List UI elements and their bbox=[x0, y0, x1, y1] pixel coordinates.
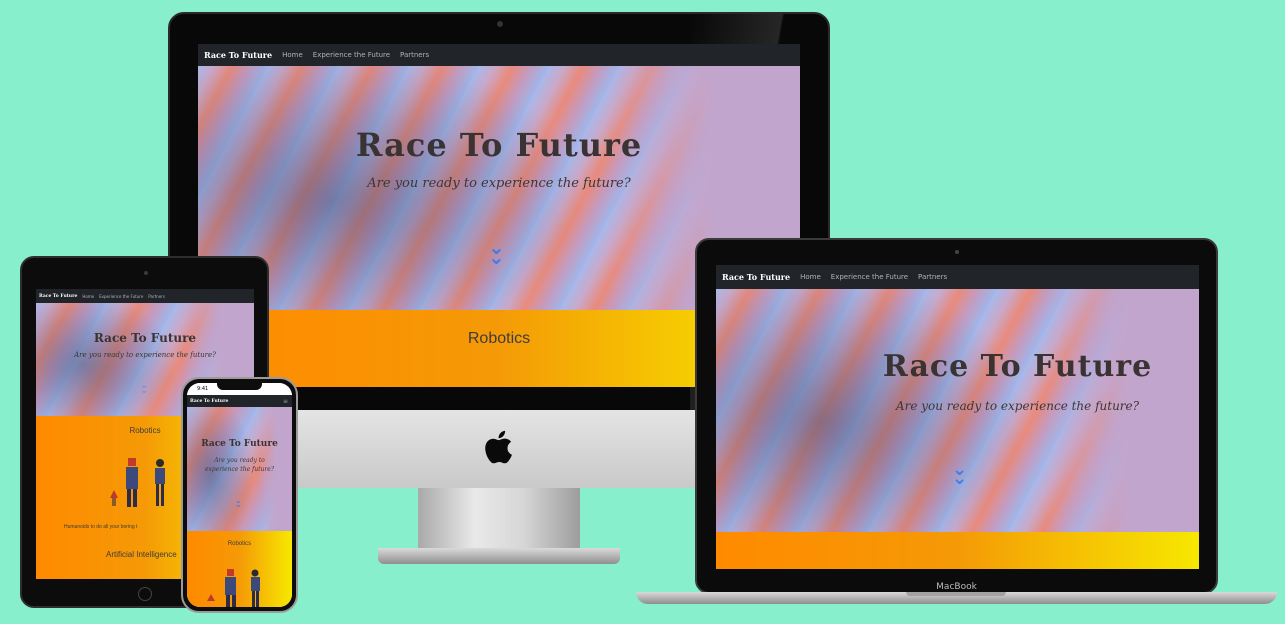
iphone-screen: 9:41 Race To Future ≡ Race To Future Are… bbox=[187, 383, 292, 607]
iphone-hero-title: Race To Future bbox=[201, 439, 278, 449]
robot-illustration bbox=[205, 567, 275, 607]
macbook-base bbox=[636, 592, 1277, 604]
macbook-nav-home[interactable]: Home bbox=[800, 273, 821, 281]
macbook-brand-link[interactable]: Race To Future bbox=[722, 272, 790, 282]
iphone-notch bbox=[217, 383, 262, 390]
imac-nav-home[interactable]: Home bbox=[282, 51, 303, 59]
macbook-device: Race To Future Home Experience the Futur… bbox=[695, 238, 1218, 594]
iphone-robotics-title: Robotics bbox=[227, 541, 252, 547]
chevron-double-down-icon[interactable]: ⌄ ⌄ bbox=[235, 497, 242, 509]
imac-hero-title: Race To Future bbox=[355, 126, 643, 164]
ipad-home-button[interactable] bbox=[138, 587, 152, 601]
chevron-double-down-icon[interactable]: ⌄ ⌄ bbox=[488, 237, 505, 267]
macbook-robotics-section bbox=[716, 532, 1199, 569]
imac-nav-experience[interactable]: Experience the Future bbox=[313, 51, 390, 59]
imac-camera bbox=[497, 21, 503, 27]
ipad-nav-partners[interactable]: Partners bbox=[148, 294, 165, 299]
ipad-brand-link[interactable]: Race To Future bbox=[39, 294, 77, 299]
macbook-label: MacBook bbox=[936, 582, 977, 592]
imac-stand-base bbox=[378, 548, 620, 564]
macbook-hero: Race To Future Are you ready to experien… bbox=[716, 289, 1199, 532]
imac-brand-link[interactable]: Race To Future bbox=[204, 50, 272, 60]
macbook-camera bbox=[955, 250, 959, 254]
macbook-notch bbox=[906, 592, 1006, 596]
imac-stand-neck bbox=[418, 488, 580, 550]
iphone-hero-subtitle-line2: experience the future? bbox=[204, 466, 275, 473]
ipad-hero-title: Race To Future bbox=[93, 331, 197, 345]
iphone-status-bar: 9:41 bbox=[187, 383, 292, 395]
imac-navbar: Race To Future Home Experience the Futur… bbox=[198, 44, 800, 66]
iphone-hero-subtitle-line1: Are you ready to bbox=[214, 457, 265, 464]
macbook-hero-title: Race To Future bbox=[882, 349, 1153, 384]
ipad-hero-subtitle: Are you ready to experience the future? bbox=[74, 351, 216, 359]
iphone-robotics-section: Robotics bbox=[187, 531, 292, 607]
iphone-brand-link[interactable]: Race To Future bbox=[190, 399, 228, 404]
iphone-device: 9:41 Race To Future ≡ Race To Future Are… bbox=[181, 377, 298, 613]
ipad-navbar: Race To Future Home Experience the Futur… bbox=[36, 289, 254, 303]
menu-icon[interactable]: ≡ bbox=[283, 398, 288, 405]
robot-illustration bbox=[104, 456, 184, 511]
ipad-nav-home[interactable]: Home bbox=[82, 294, 94, 299]
ipad-nav-experience[interactable]: Experience the Future bbox=[99, 294, 143, 299]
macbook-nav-partners[interactable]: Partners bbox=[918, 273, 947, 281]
macbook-nav-experience[interactable]: Experience the Future bbox=[831, 273, 908, 281]
ipad-camera bbox=[144, 271, 148, 275]
apple-logo-icon bbox=[483, 430, 513, 464]
macbook-hero-subtitle: Are you ready to experience the future? bbox=[895, 399, 1140, 413]
iphone-status-time: 9:41 bbox=[197, 386, 209, 392]
macbook-screen: Race To Future Home Experience the Futur… bbox=[716, 265, 1199, 569]
chevron-double-down-icon[interactable]: ⌄ ⌄ bbox=[140, 381, 148, 396]
imac-hero-subtitle: Are you ready to experience the future? bbox=[367, 176, 631, 191]
iphone-hero: Race To Future Are you ready to experien… bbox=[187, 407, 292, 531]
iphone-navbar: Race To Future ≡ bbox=[187, 395, 292, 407]
imac-nav-partners[interactable]: Partners bbox=[400, 51, 429, 59]
chevron-double-down-icon[interactable]: ⌄ ⌄ bbox=[952, 461, 967, 488]
macbook-navbar: Race To Future Home Experience the Futur… bbox=[716, 265, 1199, 289]
